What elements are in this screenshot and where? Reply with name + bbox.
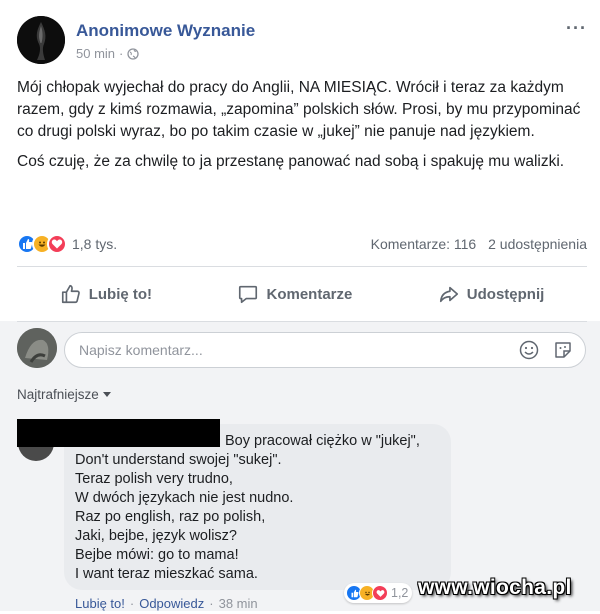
comment-line: Boy pracował ciężko w "jukej", bbox=[225, 433, 420, 449]
more-options-icon[interactable]: ··· bbox=[566, 18, 587, 39]
comment-actions: Lubię to! · Odpowiedz · 38 min bbox=[75, 596, 258, 611]
divider bbox=[17, 266, 587, 267]
love-icon bbox=[372, 585, 388, 601]
reactions-summary[interactable]: 1,8 tys. bbox=[17, 234, 117, 254]
comments-count[interactable]: Komentarze: 116 bbox=[371, 236, 477, 252]
separator: · bbox=[209, 596, 214, 611]
comment-line: W dwóch językach nie jest nudno. bbox=[75, 490, 294, 506]
comment-line: Raz po english, raz po polish, bbox=[75, 509, 266, 525]
sticker-icon[interactable] bbox=[553, 340, 573, 360]
comment-reply-link[interactable]: Odpowiedz bbox=[139, 596, 204, 611]
share-button[interactable]: Udostępnij bbox=[438, 283, 545, 305]
comment-reactions[interactable]: 1,2 bbox=[344, 583, 413, 603]
engagement-counts: Komentarze: 116 2 udostępnienia bbox=[363, 236, 587, 252]
comment-line: Teraz polish very trudno, bbox=[75, 471, 233, 487]
comment-button[interactable]: Komentarze bbox=[237, 283, 352, 305]
emoji-icon[interactable] bbox=[519, 340, 539, 360]
post-actions: Lubię to! Komentarze Udostępnij bbox=[17, 272, 587, 316]
shares-count[interactable]: 2 udostępnienia bbox=[488, 236, 587, 252]
user-avatar[interactable] bbox=[17, 328, 57, 368]
watermark: www.wiocha.pl bbox=[418, 576, 572, 599]
comment-icon bbox=[239, 285, 258, 304]
globe-icon bbox=[127, 47, 140, 60]
author-name[interactable]: Anonimowe Wyznanie bbox=[76, 21, 255, 41]
comment-line: Jaki, bejbe, język wolisz? bbox=[75, 528, 237, 544]
love-icon bbox=[47, 234, 67, 254]
comment-time[interactable]: 38 min bbox=[219, 596, 258, 611]
comment-line: Don't understand swojej "sukej". bbox=[75, 452, 282, 468]
thumbs-up-icon bbox=[61, 284, 80, 304]
like-button[interactable]: Lubię to! bbox=[60, 283, 152, 305]
caret-down-icon bbox=[102, 392, 111, 397]
sort-label: Najtrafniejsze bbox=[17, 387, 99, 402]
comment-label: Komentarze bbox=[266, 285, 353, 303]
share-label: Udostępnij bbox=[466, 285, 545, 303]
reaction-count[interactable]: 1,8 tys. bbox=[72, 236, 117, 252]
comment-placeholder: Napisz komentarz... bbox=[79, 342, 203, 358]
post-stats: 1,8 tys. Komentarze: 116 2 udostępnienia bbox=[17, 232, 587, 258]
post-text: Mój chłopak wyjechał do pracy do Anglii,… bbox=[17, 77, 587, 181]
divider bbox=[17, 321, 587, 322]
input-icons bbox=[519, 340, 573, 360]
post-paragraph: Mój chłopak wyjechał do pracy do Anglii,… bbox=[17, 79, 581, 140]
comment-like-link[interactable]: Lubię to! bbox=[75, 596, 125, 611]
comment-text: Boy pracował ciężko w "jukej", Don't und… bbox=[75, 432, 455, 584]
comment-sort-dropdown[interactable]: Najtrafniejsze bbox=[17, 387, 111, 402]
comment-reaction-count: 1,2 bbox=[391, 586, 409, 600]
share-icon bbox=[439, 286, 458, 303]
separator: · bbox=[129, 596, 135, 611]
like-label: Lubię to! bbox=[88, 285, 153, 303]
post-header: Anonimowe Wyznanie 50 min · ··· bbox=[17, 16, 587, 66]
comment-line: I want teraz mieszkać sama. bbox=[75, 566, 258, 582]
meta-separator: · bbox=[119, 46, 124, 61]
post-meta: 50 min · bbox=[76, 46, 140, 61]
post-time[interactable]: 50 min bbox=[76, 46, 115, 61]
comment-line: Bejbe mówi: go to mama! bbox=[75, 547, 239, 563]
page-avatar[interactable] bbox=[17, 16, 65, 64]
comment-input[interactable]: Napisz komentarz... bbox=[64, 332, 586, 368]
post-paragraph: Coś czuję, że za chwilę to ja przestanę … bbox=[17, 153, 565, 170]
